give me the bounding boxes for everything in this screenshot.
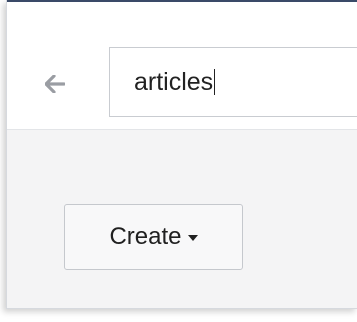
search-input-value: articles	[134, 67, 214, 96]
create-dropdown-button[interactable]: Create	[64, 204, 243, 270]
main-content: Create	[7, 130, 357, 308]
search-header: articles	[7, 2, 357, 130]
caret-down-icon	[187, 235, 198, 241]
back-button[interactable]	[43, 72, 67, 96]
create-button-label: Create	[109, 223, 182, 250]
text-cursor	[214, 69, 216, 95]
screenshot-stage: articles Create	[0, 0, 357, 322]
arrow-left-icon	[45, 75, 65, 93]
search-input[interactable]: articles	[109, 47, 357, 117]
app-window: articles Create	[6, 0, 357, 309]
